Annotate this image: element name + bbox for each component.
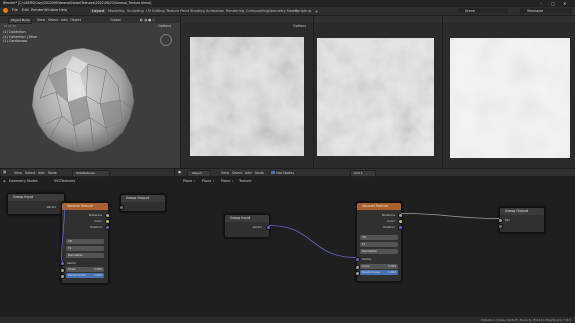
menu-help[interactable]: Help	[59, 8, 67, 12]
title-text: Blender* [C:\USERS\Gary\2022\06\Voronoi\…	[3, 1, 152, 6]
viewport-menu-select[interactable]: Select	[48, 18, 58, 22]
tab-animation[interactable]: Animation	[206, 9, 224, 13]
close-icon[interactable]: ✕	[563, 1, 566, 6]
viewport-shading-icons[interactable]: ◐◑●○	[140, 18, 156, 22]
scene-selector[interactable]: Scene	[458, 8, 508, 13]
object-mode-label: Object Mode	[11, 18, 30, 23]
tab-shading[interactable]: Shading	[190, 9, 205, 13]
overlay-line-3: (1) Cardiovasc	[3, 39, 28, 43]
overlay-line-1: (1) Collection	[3, 30, 26, 34]
menu-edit[interactable]: Edit	[22, 8, 29, 12]
image-editor-1[interactable]: Options	[181, 16, 313, 168]
tab-sculpting[interactable]: Sculpting	[127, 9, 144, 13]
global-orientation[interactable]: Global	[110, 18, 121, 22]
tab-uv-editing[interactable]: UV Editing	[146, 9, 165, 13]
viewport-menu-add[interactable]: Add	[61, 18, 68, 22]
menu-window[interactable]: Window	[44, 8, 58, 12]
status-bar-text: Collection | Cube | Verts:8 | Faces:6 | …	[480, 318, 571, 322]
viewport-navigation-gizmo[interactable]	[160, 34, 172, 46]
status-bar: Collection | Cube | Verts:8 | Faces:6 | …	[0, 317, 575, 323]
title-bar: Blender* [C:\USERS\Gary\2022\06\Voronoi\…	[0, 0, 575, 7]
right-node-links	[268, 213, 500, 258]
texture-preview-1	[190, 37, 304, 156]
tab-rendering[interactable]: Rendering	[226, 9, 244, 13]
viewport-header: Object Mode View Select Add Object Globa…	[0, 16, 180, 24]
menu-file[interactable]: File	[12, 8, 18, 12]
minimize-icon[interactable]: –	[540, 1, 542, 6]
view-layer-selector[interactable]: ViewLayer	[520, 8, 572, 13]
texture-preview-3	[450, 38, 570, 158]
viewport-options[interactable]: Options	[158, 24, 171, 28]
image-editor-2[interactable]	[314, 16, 442, 168]
node-editor-left[interactable]: ▦ View Select Add Node SVGTextures ◆ Geo…	[0, 169, 174, 317]
viewport-subheader: ▭▭▭ Options	[0, 23, 180, 29]
left-node-links	[61, 205, 65, 263]
viewport-menu-view[interactable]: View	[37, 18, 45, 22]
tab-layout[interactable]: Layout	[90, 9, 107, 13]
texture-preview-2	[317, 38, 434, 156]
overlay-line-2: (1) Collection | Mine	[3, 34, 38, 39]
toolbar-icons[interactable]: ▭▭▭	[4, 24, 17, 28]
blender-logo-icon[interactable]	[3, 8, 8, 13]
viewport-3d[interactable]: Object Mode View Select Add Object Globa…	[0, 16, 180, 168]
maximize-icon[interactable]: □	[551, 1, 555, 6]
add-workspace-icon[interactable]: +	[315, 9, 318, 14]
tab-compositing[interactable]: Compositing	[246, 9, 269, 13]
viewport-menu-object[interactable]: Object	[70, 18, 81, 22]
node-editor-right[interactable]: ● Object View Select Add Node Use Nodes …	[175, 169, 575, 317]
tab-scripting[interactable]: Scripting	[295, 9, 311, 13]
tab-geometry-nodes[interactable]: Geometry Nodes	[268, 9, 298, 13]
view-layer-label: ViewLayer	[527, 8, 544, 13]
menu-render[interactable]: Render	[31, 8, 44, 12]
scene-label: Scene	[465, 8, 475, 13]
image-editor-1-options[interactable]: Options	[293, 24, 306, 28]
image-editor-2-header	[314, 16, 442, 23]
image-editor-1-header	[181, 16, 313, 23]
image-editor-3[interactable]	[443, 16, 575, 168]
voronoi-mesh-object[interactable]	[28, 46, 138, 156]
tab-modeling[interactable]: Modeling	[108, 9, 124, 13]
tab-texture-paint[interactable]: Texture Paint	[166, 9, 189, 13]
image-editor-3-header	[443, 16, 575, 23]
